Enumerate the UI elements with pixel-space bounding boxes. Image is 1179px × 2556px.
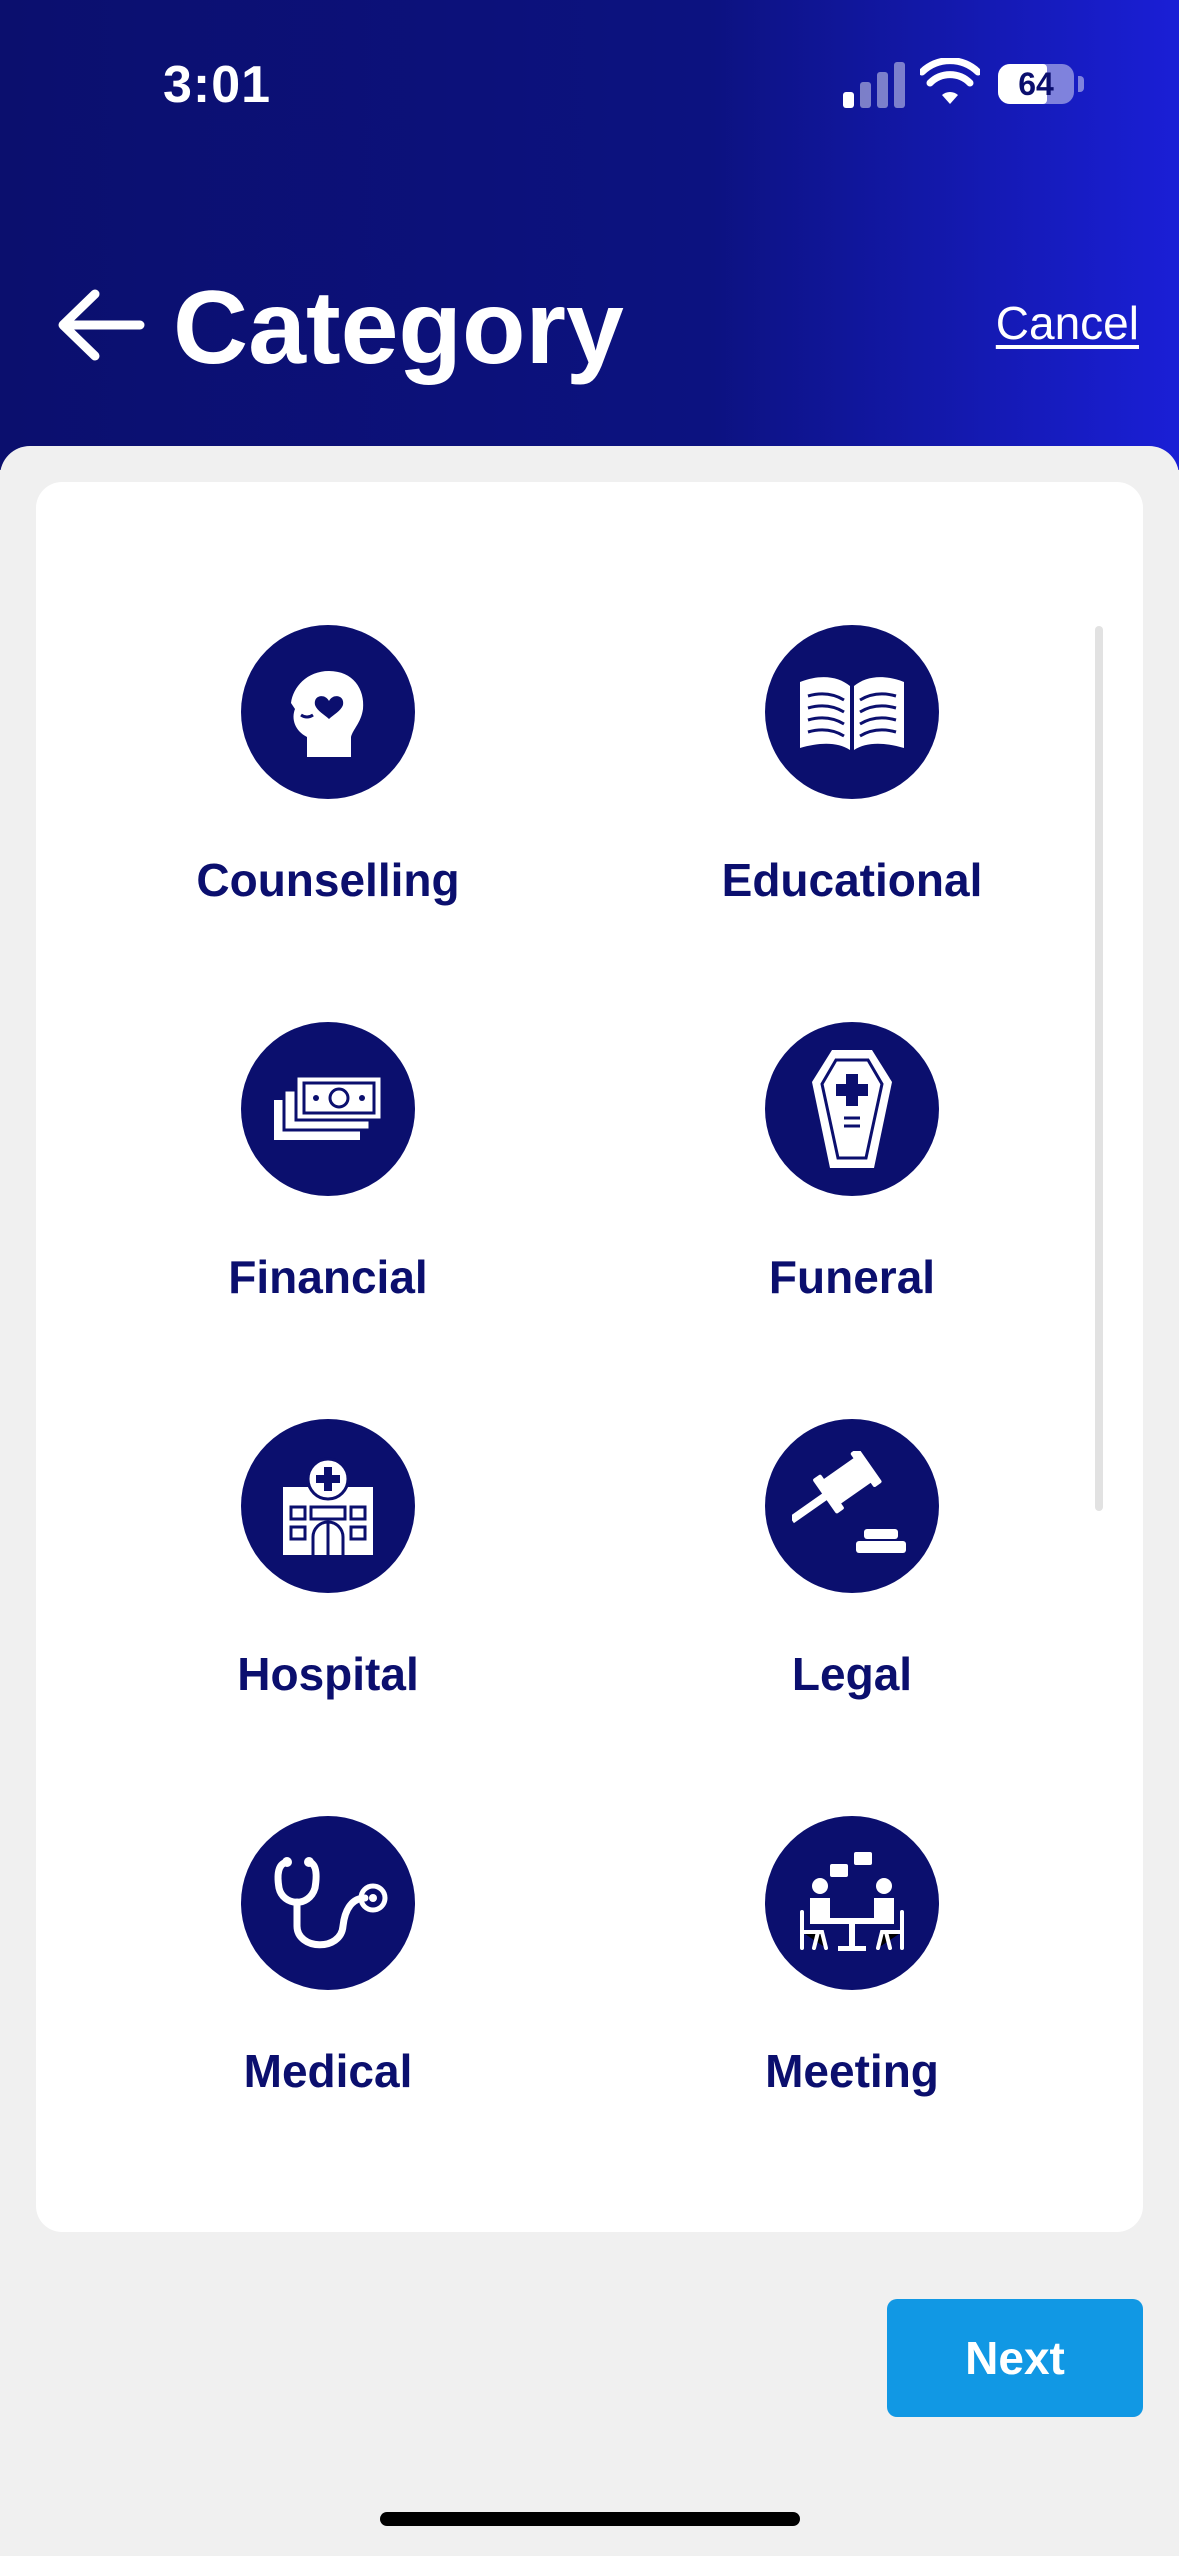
scrollbar[interactable] — [1095, 626, 1103, 1511]
meeting-icon — [765, 1816, 939, 1990]
signal-icon — [843, 60, 905, 108]
battery-icon: 64 — [998, 64, 1084, 104]
head-heart-icon — [241, 625, 415, 799]
app-header: 3:01 64 Category Cancel — [0, 0, 1179, 470]
category-label: Educational — [721, 854, 983, 906]
arrow-left-icon[interactable] — [55, 280, 145, 370]
category-hospital[interactable]: Hospital — [118, 1419, 538, 1739]
category-counselling[interactable]: Counselling — [118, 625, 538, 945]
category-medical[interactable]: Medical — [118, 1816, 538, 2136]
category-label: Meeting — [765, 2045, 939, 2097]
category-label: Funeral — [768, 1251, 936, 1303]
battery-level: 64 — [1018, 66, 1054, 102]
category-educational[interactable]: Educational — [642, 625, 1062, 945]
status-time: 3:01 — [163, 56, 272, 114]
next-button[interactable]: Next — [887, 2299, 1143, 2417]
home-indicator — [380, 2512, 800, 2526]
category-legal[interactable]: Legal — [642, 1419, 1062, 1739]
stethoscope-icon — [241, 1816, 415, 1990]
category-label: Financial — [228, 1251, 428, 1303]
category-label: Legal — [791, 1648, 913, 1700]
page-title: Category — [173, 270, 624, 386]
category-funeral[interactable]: Funeral — [642, 1022, 1062, 1342]
cancel-link[interactable]: Cancel — [996, 296, 1139, 350]
category-financial[interactable]: Financial — [118, 1022, 538, 1342]
category-label: Counselling — [196, 854, 460, 906]
coffin-icon — [765, 1022, 939, 1196]
category-meeting[interactable]: Meeting — [642, 1816, 1062, 2136]
money-icon — [241, 1022, 415, 1196]
category-label: Hospital — [237, 1648, 419, 1700]
gavel-icon — [765, 1419, 939, 1593]
wifi-icon — [920, 58, 980, 104]
hospital-icon — [241, 1419, 415, 1593]
open-book-icon — [765, 625, 939, 799]
category-label: Medical — [243, 2045, 413, 2097]
